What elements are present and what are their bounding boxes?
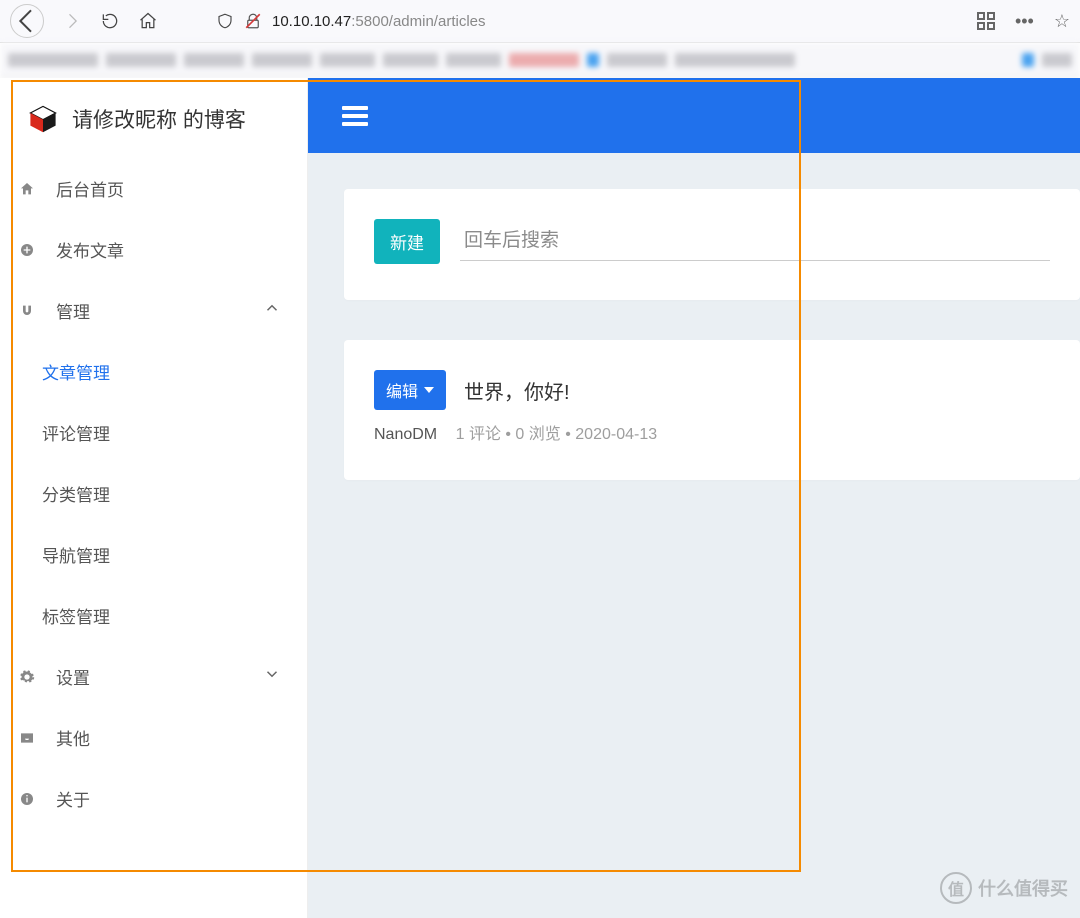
bookmark-star-icon[interactable]: ☆ <box>1054 11 1070 32</box>
topbar <box>308 78 1080 153</box>
watermark: 值 什么值得买 <box>940 872 1068 904</box>
site-title-text: 请修改昵称 的博客 <box>72 104 246 134</box>
magnet-icon <box>18 303 36 319</box>
sidebar-item-label: 发布文章 <box>56 237 124 262</box>
watermark-text: 什么值得买 <box>978 875 1068 901</box>
gear-icon <box>18 669 36 685</box>
sidebar-item-publish[interactable]: 发布文章 <box>0 219 307 280</box>
sidebar-sub-tags[interactable]: 标签管理 <box>0 585 307 646</box>
watermark-icon: 值 <box>940 872 972 904</box>
url-bar[interactable]: 10.10.10.47:5800/admin/articles <box>216 12 959 30</box>
article-meta: NanoDM 1 评论 • 0 浏览 • 2020-04-13 <box>374 420 1050 444</box>
sidebar-sub-articles[interactable]: 文章管理 <box>0 341 307 402</box>
shield-icon <box>216 12 234 30</box>
new-button[interactable]: 新建 <box>374 219 440 264</box>
logo-icon <box>28 104 58 134</box>
url-text: 10.10.10.47:5800/admin/articles <box>272 13 486 30</box>
home-button[interactable] <box>138 11 158 31</box>
sidebar: 请修改昵称 的博客 后台首页 发布文章 管理 文章管理 评论管理 分类管理 <box>0 78 308 918</box>
reload-button[interactable] <box>100 11 120 31</box>
sidebar-item-other[interactable]: 其他 <box>0 707 307 768</box>
sidebar-item-home[interactable]: 后台首页 <box>0 158 307 219</box>
sidebar-item-label: 设置 <box>56 664 90 689</box>
chevron-down-icon <box>263 665 281 688</box>
article-author: NanoDM <box>374 426 437 443</box>
sidebar-item-label: 关于 <box>56 786 90 811</box>
edit-button[interactable]: 编辑 <box>374 370 446 410</box>
article-title[interactable]: 世界，你好! <box>464 376 570 405</box>
sidebar-sub-comments[interactable]: 评论管理 <box>0 402 307 463</box>
back-button[interactable] <box>10 4 44 38</box>
bookmarks-bar <box>0 43 1080 78</box>
home-icon <box>18 181 36 197</box>
insecure-icon <box>244 12 262 30</box>
forward-button[interactable] <box>62 11 82 31</box>
article-card: 编辑 世界，你好! NanoDM 1 评论 • 0 浏览 • 2020-04-1… <box>344 340 1080 480</box>
article-stats: 1 评论 • 0 浏览 • 2020-04-13 <box>456 426 658 443</box>
browser-toolbar: 10.10.10.47:5800/admin/articles ••• ☆ <box>0 0 1080 43</box>
info-icon <box>18 791 36 807</box>
sidebar-item-manage[interactable]: 管理 <box>0 280 307 341</box>
qr-icon[interactable] <box>977 12 995 30</box>
sidebar-item-label: 其他 <box>56 725 90 750</box>
edit-button-label: 编辑 <box>386 378 418 402</box>
plus-circle-icon <box>18 242 36 258</box>
more-icon[interactable]: ••• <box>1015 11 1034 32</box>
sidebar-sub-categories[interactable]: 分类管理 <box>0 463 307 524</box>
site-title[interactable]: 请修改昵称 的博客 <box>0 96 307 158</box>
caret-down-icon <box>424 387 434 393</box>
main-area: 新建 编辑 世界，你好! NanoDM 1 评论 • 0 浏览 • 2020-0… <box>308 78 1080 918</box>
sidebar-sub-navigation[interactable]: 导航管理 <box>0 524 307 585</box>
inbox-icon <box>18 730 36 746</box>
sidebar-item-label: 管理 <box>56 298 90 323</box>
search-card: 新建 <box>344 189 1080 300</box>
sidebar-item-settings[interactable]: 设置 <box>0 646 307 707</box>
sidebar-item-label: 后台首页 <box>56 176 124 201</box>
sidebar-item-about[interactable]: 关于 <box>0 768 307 829</box>
hamburger-icon[interactable] <box>342 106 368 126</box>
search-input[interactable] <box>460 222 1050 261</box>
chevron-up-icon <box>263 299 281 322</box>
